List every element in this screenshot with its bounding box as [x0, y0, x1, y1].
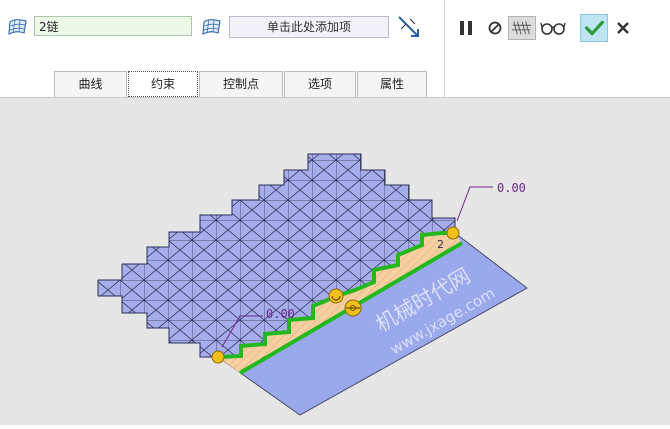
stop-icon[interactable]	[483, 16, 507, 40]
surface-icon[interactable]	[7, 16, 29, 38]
dimension-leader	[456, 186, 493, 222]
chain-reference-field[interactable]: 2链	[34, 16, 192, 36]
surface-icon[interactable]	[201, 16, 223, 38]
flip-direction-icon[interactable]	[397, 15, 421, 39]
tab-control-points[interactable]: 控制点	[199, 71, 283, 97]
toolbar-divider	[444, 0, 445, 98]
glasses-icon[interactable]	[540, 16, 566, 40]
dimension-label[interactable]: 0.00	[266, 307, 295, 321]
tab-bar: 曲线 约束 控制点 选项 属性	[54, 71, 428, 97]
model-canvas[interactable]: 0.00 0.00 2 机械时代网 www.jxage.com	[0, 98, 670, 425]
chain-number-label: 2	[437, 238, 444, 251]
graphics-viewport[interactable]: 0.00 0.00 2 机械时代网 www.jxage.com	[0, 98, 670, 425]
pause-icon[interactable]	[454, 16, 478, 40]
checkmark-icon[interactable]	[580, 14, 608, 42]
dashboard-panel: 2链 单击此处添加项 曲线 约束 控制点 选项 属性	[0, 0, 670, 98]
tab-constraints[interactable]: 约束	[128, 71, 198, 97]
surface-collector[interactable]: 单击此处添加项	[229, 16, 389, 38]
tab-properties[interactable]: 属性	[357, 71, 427, 97]
constraint-handle-icon[interactable]	[328, 288, 344, 304]
tab-options[interactable]: 选项	[284, 71, 356, 97]
chain-end-vertex[interactable]	[446, 226, 460, 240]
tab-curves[interactable]: 曲线	[54, 71, 127, 97]
dimension-label[interactable]: 0.00	[497, 181, 526, 195]
chain-start-vertex[interactable]	[211, 350, 225, 364]
verify-preview-icon[interactable]	[508, 16, 536, 40]
close-icon[interactable]	[611, 16, 635, 40]
